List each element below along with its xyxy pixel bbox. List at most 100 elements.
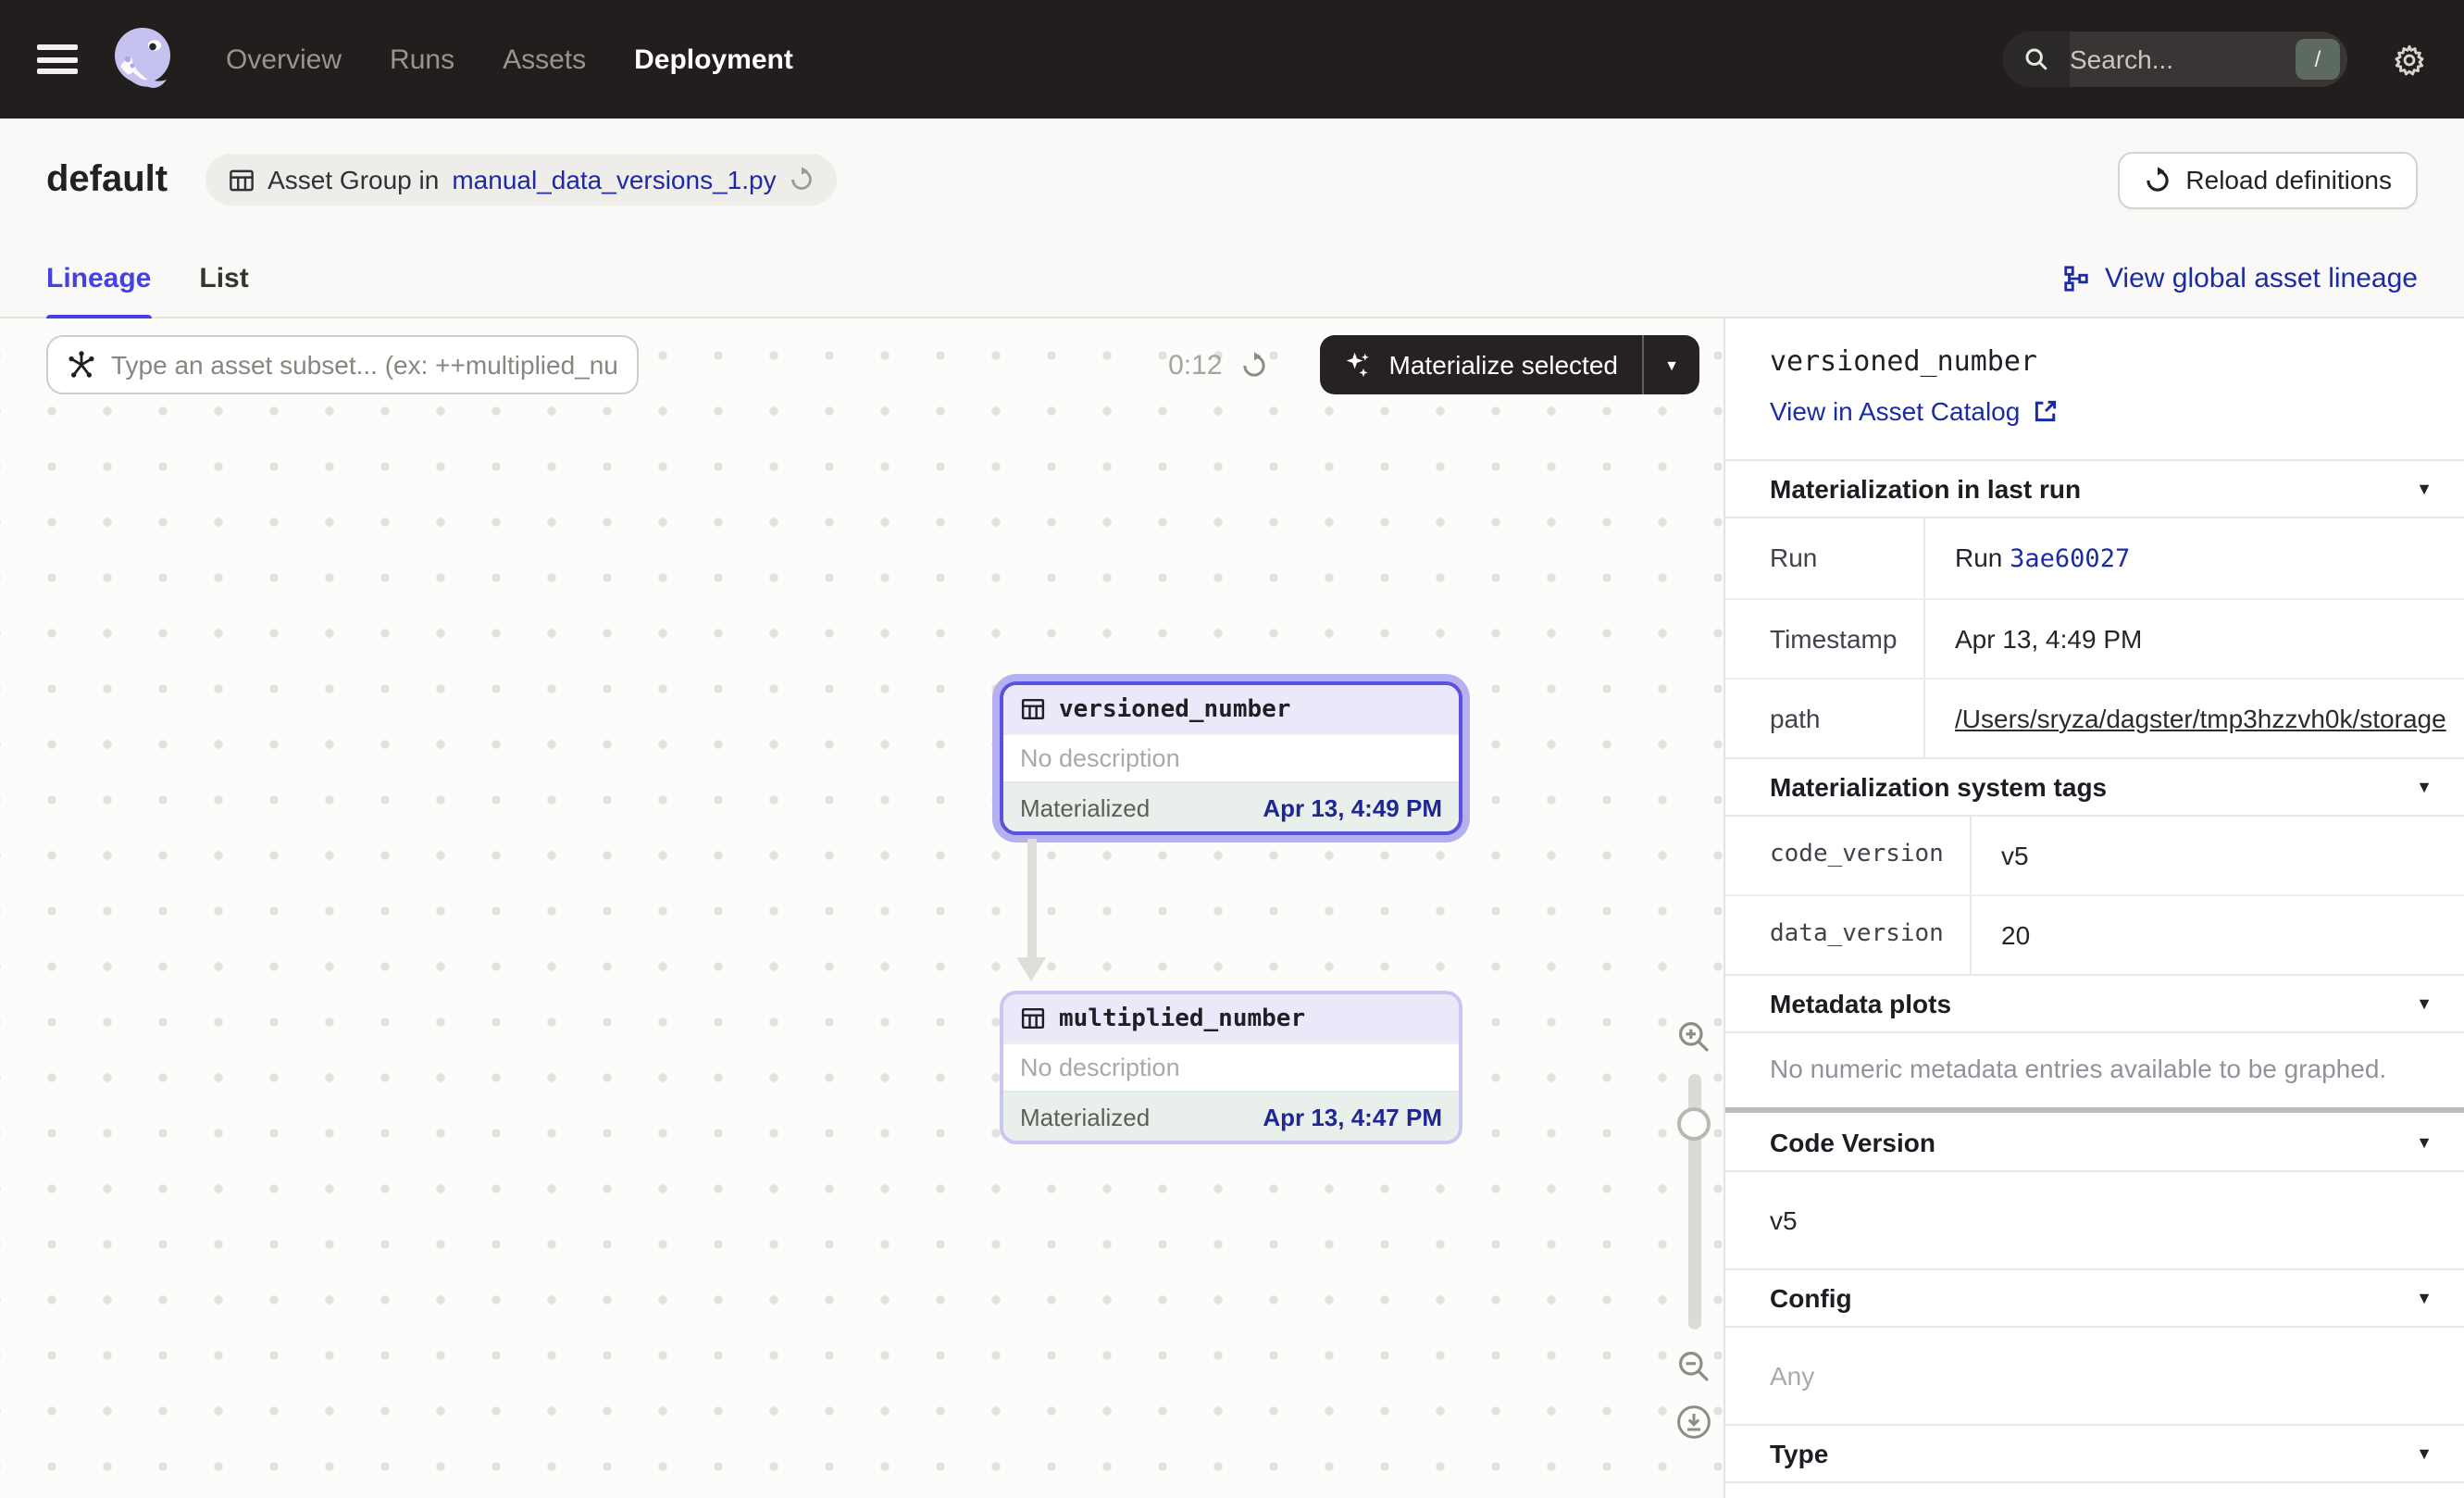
zoom-out-icon[interactable] xyxy=(1675,1348,1712,1385)
dagster-logo-icon[interactable] xyxy=(107,22,181,96)
code-version-value: v5 xyxy=(1725,1170,2464,1268)
catalog-link-label: View in Asset Catalog xyxy=(1770,396,2020,426)
asset-subset-filter[interactable] xyxy=(46,335,639,394)
sparkle-icon xyxy=(1345,350,1375,380)
caret-down-icon: ▼ xyxy=(2416,1132,2433,1151)
refresh-timer: 0:12 xyxy=(1168,349,1222,381)
caret-down-icon: ▼ xyxy=(2416,480,2433,498)
gear-icon[interactable] xyxy=(2392,42,2427,77)
row-value: 20 xyxy=(1972,896,2464,974)
lineage-graph-icon xyxy=(2062,265,2090,293)
section-heading-label: Metadata plots xyxy=(1770,989,1951,1018)
section-heading-label: Materialization in last run xyxy=(1770,474,2081,504)
asset-subset-input[interactable] xyxy=(111,350,618,380)
section-heading-label: Materialization system tags xyxy=(1770,772,2107,802)
config-value: Any xyxy=(1725,1326,2464,1424)
reload-definitions-button[interactable]: Reload definitions xyxy=(2117,151,2418,208)
section-config[interactable]: Config ▼ xyxy=(1725,1268,2464,1326)
table-grid-icon xyxy=(1020,1005,1046,1031)
row-label: data_version xyxy=(1725,896,1972,974)
asset-node-multiplied-number[interactable]: multiplied_number No description Materia… xyxy=(1000,991,1462,1144)
asset-details-panel: versioned_number View in Asset Catalog M… xyxy=(1724,318,2464,1498)
asset-group-prefix: Asset Group in xyxy=(268,165,439,194)
search-icon xyxy=(2003,31,2070,87)
global-lineage-label: View global asset lineage xyxy=(2105,263,2418,294)
materialize-selected-button[interactable]: Materialize selected ▼ xyxy=(1321,335,1699,394)
materialize-label: Materialize selected xyxy=(1389,350,1618,380)
materialize-dropdown-caret[interactable]: ▼ xyxy=(1644,335,1699,394)
tab-lineage[interactable]: Lineage xyxy=(46,240,151,318)
asset-node-versioned-number[interactable]: versioned_number No description Material… xyxy=(1000,681,1462,835)
asset-status: Materialized xyxy=(1020,1103,1150,1130)
table-row: code_version v5 xyxy=(1725,817,2464,896)
metadata-plots-empty-state: No numeric metadata entries available to… xyxy=(1725,1031,2464,1107)
graph-toolbar-right: 0:12 Materialize selected ▼ xyxy=(1168,335,1699,394)
table-grid-icon xyxy=(1020,696,1046,722)
main-content: 0:12 Materialize selected ▼ xyxy=(0,318,2464,1498)
menu-icon[interactable] xyxy=(37,44,78,74)
external-link-icon xyxy=(2033,398,2059,424)
row-label: Run xyxy=(1725,518,1925,598)
nav-item-runs[interactable]: Runs xyxy=(390,44,454,75)
run-id-link[interactable]: 3ae60027 xyxy=(2010,544,2130,574)
page-header: default Asset Group in manual_data_versi… xyxy=(0,119,2464,241)
asset-materialization-time-link[interactable]: Apr 13, 4:47 PM xyxy=(1263,1103,1442,1130)
view-tabs: Lineage List View global asset lineage xyxy=(0,241,2464,318)
zoom-controls xyxy=(1670,1018,1718,1441)
table-grid-icon xyxy=(227,166,255,193)
last-run-table: Run Run 3ae60027 Timestamp Apr 13, 4:49 … xyxy=(1725,517,2464,757)
asset-group-file-link[interactable]: manual_data_versions_1.py xyxy=(452,165,776,194)
global-search[interactable]: / xyxy=(2003,31,2347,87)
asset-name: multiplied_number xyxy=(1059,1005,1305,1032)
system-tags-table: code_version v5 data_version 20 xyxy=(1725,815,2464,974)
lineage-graph-canvas[interactable]: 0:12 Materialize selected ▼ xyxy=(0,318,1724,1498)
section-type[interactable]: Type ▼ xyxy=(1725,1424,2464,1481)
asset-group-breadcrumb: Asset Group in manual_data_versions_1.py xyxy=(205,154,837,206)
page-title: default xyxy=(46,158,168,201)
path-link[interactable]: /Users/sryza/dagster/tmp3hzzvh0k/storage xyxy=(1955,704,2446,733)
section-materialization-system-tags[interactable]: Materialization system tags ▼ xyxy=(1725,757,2464,815)
section-metadata-plots[interactable]: Metadata plots ▼ xyxy=(1725,974,2464,1031)
panel-asset-title: versioned_number xyxy=(1770,344,2420,378)
nav-item-assets[interactable]: Assets xyxy=(503,44,586,75)
reload-definitions-label: Reload definitions xyxy=(2185,165,2392,194)
search-shortcut-badge: / xyxy=(2296,39,2340,80)
tab-list[interactable]: List xyxy=(199,240,248,318)
lineage-edge-arrow xyxy=(1016,839,1046,983)
caret-down-icon: ▼ xyxy=(2416,994,2433,1013)
nav-item-deployment[interactable]: Deployment xyxy=(634,44,793,75)
zoom-in-icon[interactable] xyxy=(1675,1018,1712,1055)
timestamp-value: Apr 13, 4:49 PM xyxy=(1925,600,2464,678)
section-heading-label: Type xyxy=(1770,1439,1828,1468)
download-image-icon[interactable] xyxy=(1675,1404,1712,1441)
asset-description: No description xyxy=(1003,733,1459,781)
zoom-slider-handle[interactable] xyxy=(1677,1107,1711,1141)
caret-down-icon: ▼ xyxy=(2416,1289,2433,1307)
section-materialization-in-last-run[interactable]: Materialization in last run ▼ xyxy=(1725,459,2464,517)
table-row: path /Users/sryza/dagster/tmp3hzzvh0k/st… xyxy=(1725,680,2464,757)
view-global-asset-lineage-link[interactable]: View global asset lineage xyxy=(2062,263,2418,294)
asset-name: versioned_number xyxy=(1059,695,1290,723)
search-input[interactable] xyxy=(2070,44,2296,74)
view-in-asset-catalog-link[interactable]: View in Asset Catalog xyxy=(1770,396,2420,426)
run-prefix: Run xyxy=(1955,543,2010,572)
asset-description: No description xyxy=(1003,1042,1459,1091)
dagster-app: Overview Runs Assets Deployment / defaul… xyxy=(0,0,2464,1498)
nav-item-overview[interactable]: Overview xyxy=(226,44,342,75)
top-nav: Overview Runs Assets Deployment / xyxy=(0,0,2464,119)
section-code-version[interactable]: Code Version ▼ xyxy=(1725,1113,2464,1170)
zoom-slider[interactable] xyxy=(1687,1074,1700,1329)
caret-down-icon: ▼ xyxy=(2416,1444,2433,1463)
table-row: Run Run 3ae60027 xyxy=(1725,518,2464,600)
asset-status: Materialized xyxy=(1020,793,1150,821)
graph-refresh-icon[interactable] xyxy=(1241,351,1269,379)
asset-materialization-time-link[interactable]: Apr 13, 4:49 PM xyxy=(1263,793,1442,821)
nav-links: Overview Runs Assets Deployment xyxy=(226,44,793,75)
table-row: Timestamp Apr 13, 4:49 PM xyxy=(1725,600,2464,680)
panel-bottom-spacer xyxy=(1725,1481,2464,1498)
op-selector-icon xyxy=(67,350,96,380)
refresh-icon xyxy=(2143,166,2171,193)
reload-code-location-icon[interactable] xyxy=(790,167,815,193)
row-label: code_version xyxy=(1725,817,1972,894)
section-heading-label: Code Version xyxy=(1770,1127,1935,1156)
